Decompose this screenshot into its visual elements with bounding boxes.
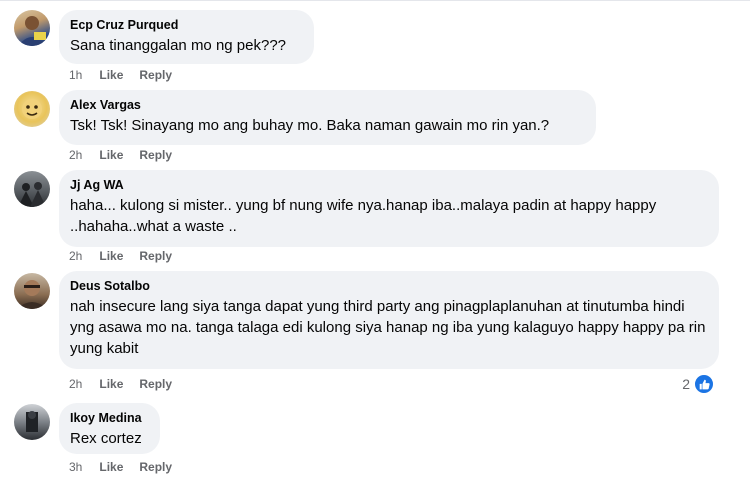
comment-bubble: Ecp Cruz Purqued Sana tinanggalan mo ng … <box>59 10 314 64</box>
comment-meta: 2h Like Reply <box>69 248 188 264</box>
reaction-summary[interactable]: 2 <box>682 373 715 395</box>
avatar[interactable] <box>14 10 50 46</box>
reply-button[interactable]: Reply <box>139 67 172 83</box>
reply-button[interactable]: Reply <box>139 248 172 264</box>
comment-text: Sana tinanggalan mo ng pek??? <box>70 37 287 54</box>
reply-button[interactable]: Reply <box>139 147 172 163</box>
comment-time[interactable]: 2h <box>69 376 82 392</box>
avatar[interactable] <box>14 91 50 127</box>
thumbs-up-icon <box>693 373 715 395</box>
reply-button[interactable]: Reply <box>139 376 172 392</box>
avatar[interactable] <box>14 404 50 440</box>
comment-time[interactable]: 2h <box>69 248 82 264</box>
comment-author[interactable]: Ikoy Medina <box>70 410 148 426</box>
comment-meta: 1h Like Reply <box>69 67 188 83</box>
comment-time[interactable]: 2h <box>69 147 82 163</box>
comment-meta: 3h Like Reply <box>69 459 188 475</box>
reply-button[interactable]: Reply <box>139 459 172 475</box>
avatar-image <box>18 182 46 207</box>
comment-bubble: Ikoy Medina Rex cortez <box>59 403 160 454</box>
comment-bubble: Jj Ag WA haha... kulong si mister.. yung… <box>59 170 719 247</box>
comment-author[interactable]: Jj Ag WA <box>70 177 707 193</box>
avatar-image <box>17 280 47 309</box>
avatar-image <box>22 99 42 119</box>
comment-bubble: Deus Sotalbo nah insecure lang siya tang… <box>59 271 719 369</box>
like-button[interactable]: Like <box>99 147 123 163</box>
comment-text: nah insecure lang siya tanga dapat yung … <box>70 298 710 357</box>
avatar[interactable] <box>14 273 50 309</box>
comment-meta: 2h Like Reply <box>69 376 188 392</box>
comment-time[interactable]: 1h <box>69 67 82 83</box>
comment-meta: 2h Like Reply <box>69 147 188 163</box>
avatar-image <box>26 411 38 432</box>
comment-text: Rex cortez <box>70 430 142 447</box>
like-button[interactable]: Like <box>99 248 123 264</box>
comment-author[interactable]: Ecp Cruz Purqued <box>70 17 302 33</box>
like-button[interactable]: Like <box>99 459 123 475</box>
avatar[interactable] <box>14 171 50 207</box>
comment-text: haha... kulong si mister.. yung bf nung … <box>70 197 661 235</box>
comment-author[interactable]: Deus Sotalbo <box>70 278 707 294</box>
comment-text: Tsk! Tsk! Sinayang mo ang buhay mo. Baka… <box>70 117 550 134</box>
like-button[interactable]: Like <box>99 67 123 83</box>
like-button[interactable]: Like <box>99 376 123 392</box>
comment-bubble: Alex Vargas Tsk! Tsk! Sinayang mo ang bu… <box>59 90 596 145</box>
comment-author[interactable]: Alex Vargas <box>70 97 584 113</box>
comment-time[interactable]: 3h <box>69 459 82 475</box>
avatar-image <box>18 16 46 46</box>
reaction-count: 2 <box>682 376 690 392</box>
